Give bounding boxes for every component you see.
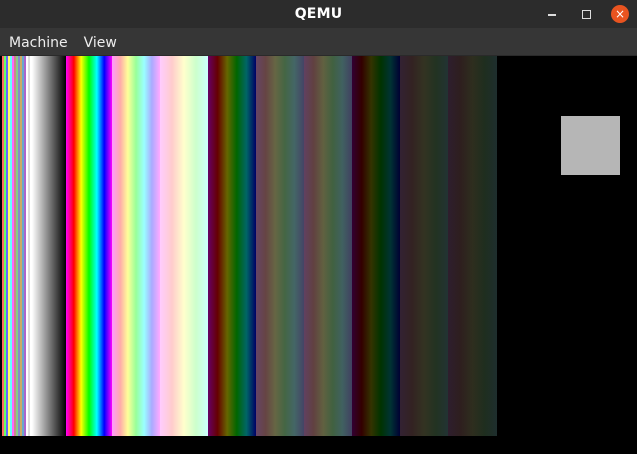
vm-display[interactable] [0,56,637,454]
minimize-icon [548,14,556,16]
window-title: QEMU [294,6,343,22]
close-icon: × [611,5,629,23]
menu-machine[interactable]: Machine [0,28,76,55]
mouse-cursor-block [561,116,620,175]
window-controls: × [529,3,631,25]
maximize-button[interactable] [575,3,597,25]
qemu-window: QEMU × Machine View [0,0,637,454]
maximize-icon [581,9,591,19]
close-button[interactable]: × [609,3,631,25]
menu-view[interactable]: View [76,28,125,55]
menu-bar: Machine View [0,28,637,56]
minimize-button[interactable] [541,3,563,25]
title-bar[interactable]: QEMU × [0,0,637,28]
color-test-pattern [2,56,497,436]
